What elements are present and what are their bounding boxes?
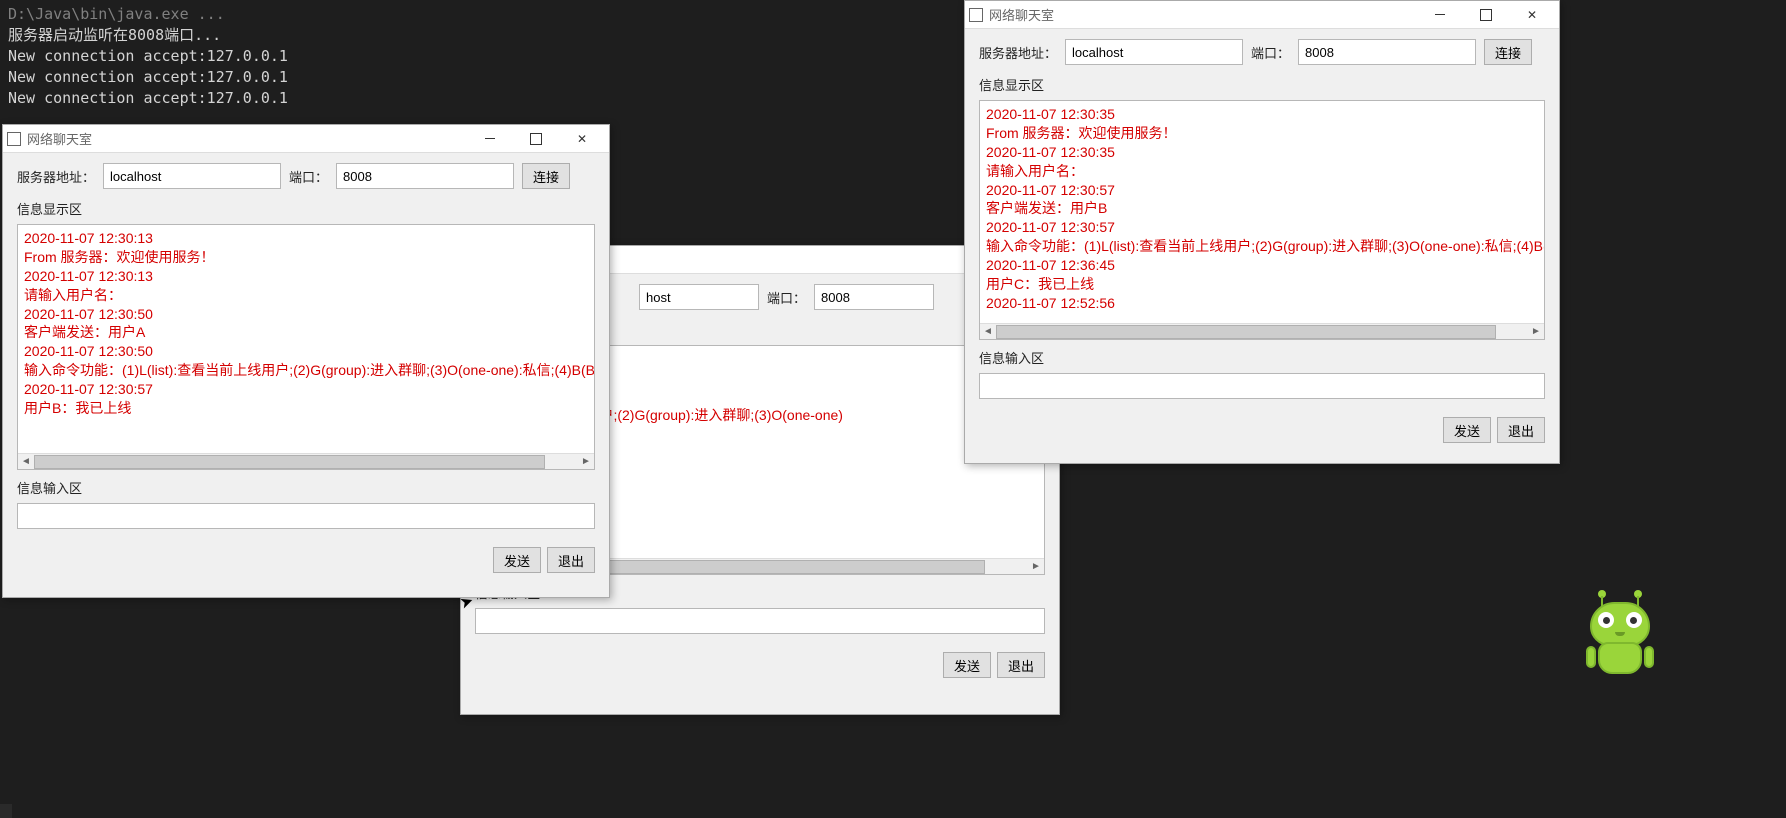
close-button[interactable] [1509,1,1555,29]
display-area-label: 信息显示区 [17,199,595,218]
app-icon [969,8,983,22]
message-line: 用户B：我已上线 [24,399,588,418]
minimize-button[interactable] [1417,1,1463,29]
message-line: 2020-11-07 12:52:56 [986,294,1538,313]
message-line: 2020-11-07 12:30:57 [24,380,588,399]
horizontal-scrollbar[interactable]: ◄ ► [18,453,594,469]
close-button[interactable] [559,125,605,153]
send-button[interactable]: 发送 [943,652,991,678]
message-line: 客户端发送：用户A [24,323,588,342]
message-line: 2020-11-07 12:30:13 [24,267,588,286]
message-line: 2020-11-07 12:30:57 [986,218,1538,237]
port-input[interactable] [1298,39,1476,65]
chat-window-b: 网络聊天室 服务器地址： 端口： 连接 信息显示区 2020-11-07 12:… [964,0,1560,464]
chat-window-a: 网络聊天室 服务器地址： 端口： 连接 信息显示区 2020-11-07 12:… [2,124,610,598]
robot-mascot-icon [1584,588,1656,678]
port-label: 端口： [289,167,328,186]
scroll-right-icon[interactable]: ► [578,454,594,470]
message-line: From 服务器：欢迎使用服务！ [24,248,588,267]
scroll-right-icon[interactable]: ► [1028,559,1044,575]
titlebar[interactable]: 网络聊天室 [965,1,1559,29]
port-input[interactable] [814,284,934,310]
message-line: 2020-11-07 12:30:50 [24,305,588,324]
app-icon [7,132,21,146]
port-label: 端口： [1251,43,1290,62]
scroll-left-icon[interactable]: ◄ [18,454,34,470]
message-line: 2020-11-07 12:36:45 [986,256,1538,275]
maximize-button[interactable] [1463,1,1509,29]
message-line: 输入命令功能：(1)L(list):查看当前上线用户;(2)G(group):进… [24,361,588,380]
message-line: 用户C：我已上线 [986,275,1538,294]
horizontal-scrollbar[interactable]: ◄ ► [980,323,1544,339]
server-address-input[interactable] [639,284,759,310]
message-input[interactable] [979,373,1545,399]
server-address-label: 服务器地址： [17,167,95,186]
message-display-area[interactable]: 2020-11-07 12:30:35 From 服务器：欢迎使用服务！ 202… [979,100,1545,340]
exit-button[interactable]: 退出 [1497,417,1545,443]
server-address-label: 服务器地址： [979,43,1057,62]
server-address-input[interactable] [103,163,281,189]
minimize-button[interactable] [467,125,513,153]
message-line: 请输入用户名： [986,162,1538,181]
message-line: 2020-11-07 12:30:50 [24,342,588,361]
message-line: 2020-11-07 12:30:57 [986,181,1538,200]
exit-button[interactable]: 退出 [997,652,1045,678]
maximize-button[interactable] [513,125,559,153]
message-line: From 服务器：欢迎使用服务！ [986,124,1538,143]
port-input[interactable] [336,163,514,189]
scroll-right-icon[interactable]: ► [1528,324,1544,340]
port-label: 端口： [767,288,806,307]
taskbar-fragment [0,804,12,818]
server-address-input[interactable] [1065,39,1243,65]
message-input[interactable] [475,608,1045,634]
window-title: 网络聊天室 [27,129,467,148]
message-line: 2020-11-07 12:30:35 [986,143,1538,162]
message-line: 2020-11-07 12:30:13 [24,229,588,248]
message-line: 输入命令功能：(1)L(list):查看当前上线用户;(2)G(group):进… [986,237,1538,256]
message-input[interactable] [17,503,595,529]
message-line: 请输入用户名： [24,286,588,305]
exit-button[interactable]: 退出 [547,547,595,573]
send-button[interactable]: 发送 [493,547,541,573]
window-title: 网络聊天室 [989,5,1417,24]
input-area-label: 信息输入区 [979,348,1545,367]
message-line: 客户端发送：用户B [986,199,1538,218]
display-area-label: 信息显示区 [979,75,1545,94]
input-area-label: 信息输入区 [17,478,595,497]
titlebar[interactable]: 网络聊天室 [3,125,609,153]
message-line: 2020-11-07 12:30:35 [986,105,1538,124]
scroll-left-icon[interactable]: ◄ [980,324,996,340]
connect-button[interactable]: 连接 [1484,39,1532,65]
connect-button[interactable]: 连接 [522,163,570,189]
send-button[interactable]: 发送 [1443,417,1491,443]
message-display-area[interactable]: 2020-11-07 12:30:13 From 服务器：欢迎使用服务！ 202… [17,224,595,470]
